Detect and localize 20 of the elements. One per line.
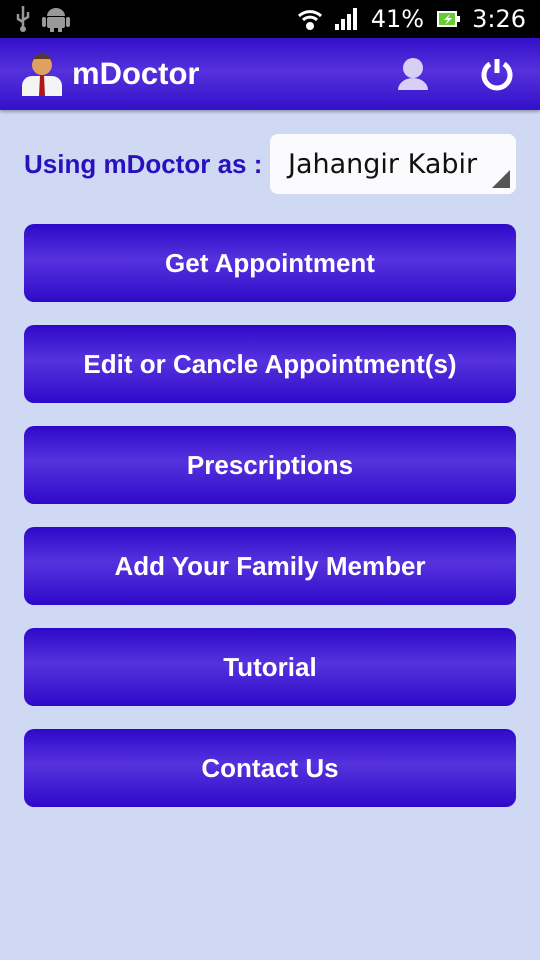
wifi-icon [296,7,323,31]
dropdown-corner-icon [492,170,510,188]
using-as-label: Using mDoctor as : [24,148,262,180]
menu-button[interactable]: Tutorial [24,628,516,706]
clock: 3:26 [472,5,526,33]
doctor-avatar-icon [22,52,62,96]
user-dropdown[interactable]: Jahangir Kabir [270,134,516,194]
user-icon[interactable] [398,58,428,90]
android-icon [42,6,70,32]
menu-button[interactable]: Prescriptions [24,426,516,504]
battery-charging-icon [436,10,460,28]
app-title: mDoctor [72,56,200,92]
usb-icon [16,6,30,32]
menu-button[interactable]: Get Appointment [24,224,516,302]
menu-button[interactable]: Edit or Cancle Appointment(s) [24,325,516,403]
power-icon[interactable] [480,57,514,91]
battery-percent: 41% [370,5,424,33]
menu-button[interactable]: Add Your Family Member [24,527,516,605]
signal-icon [334,8,359,30]
menu-button[interactable]: Contact Us [24,729,516,807]
